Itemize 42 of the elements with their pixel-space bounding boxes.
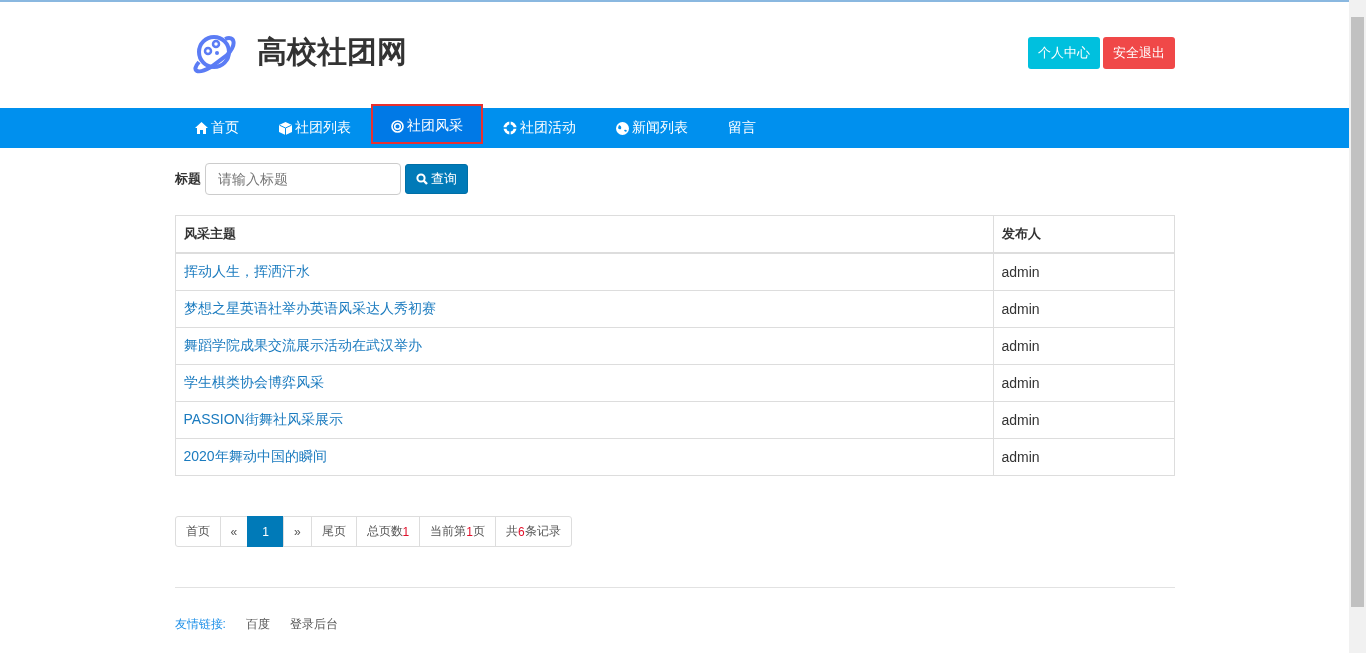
column-header: 发布人 xyxy=(993,215,1174,253)
page-link[interactable]: » xyxy=(282,516,312,547)
author-cell: admin xyxy=(993,327,1174,365)
post-title-link[interactable]: PASSION街舞社风采展示 xyxy=(183,411,343,427)
logout-button[interactable]: 安全退出 xyxy=(1102,37,1175,69)
page-info: 总页数1 xyxy=(355,516,421,547)
page-link[interactable]: 尾页 xyxy=(310,516,357,547)
page-link[interactable]: 首页 xyxy=(174,516,221,547)
page-info: 当前第1页 xyxy=(419,516,496,547)
post-title-link[interactable]: 挥动人生，挥洒汗水 xyxy=(183,263,310,279)
page-info: 共6条记录 xyxy=(494,516,572,547)
post-title-link[interactable]: 学生棋类协会博弈风采 xyxy=(183,374,324,390)
footer-link[interactable]: 登录后台 xyxy=(289,616,338,633)
author-cell: admin xyxy=(993,290,1174,328)
search-button[interactable]: 查询 xyxy=(404,164,468,194)
home-icon xyxy=(194,122,208,134)
post-title-link[interactable]: 梦想之星英语社举办英语风采达人秀初赛 xyxy=(183,300,436,316)
author-cell: admin xyxy=(993,253,1174,291)
nav-item[interactable]: 社团风采 xyxy=(370,104,483,144)
nav-item[interactable]: 留言 xyxy=(707,108,776,148)
column-header: 风采主题 xyxy=(175,215,993,253)
post-title-link[interactable]: 2020年舞动中国的瞬间 xyxy=(183,448,327,464)
author-cell: admin xyxy=(993,438,1174,476)
scrollbar[interactable] xyxy=(1349,0,1366,653)
nav-item[interactable]: 首页 xyxy=(174,108,259,148)
globe-icon xyxy=(615,121,629,135)
search-icon xyxy=(415,173,428,185)
title-search-field[interactable]: 请输入标题 xyxy=(204,163,401,195)
post-title-link[interactable]: 舞蹈学院成果交流展示活动在武汉举办 xyxy=(183,337,422,353)
search-label: 标题 xyxy=(174,170,201,188)
nav-item[interactable]: 社团列表 xyxy=(258,108,371,148)
nav-item[interactable]: 社团活动 xyxy=(482,108,596,148)
author-cell: admin xyxy=(993,401,1174,439)
author-cell: admin xyxy=(993,364,1174,402)
target-icon xyxy=(390,119,404,133)
nav-item[interactable]: 新闻列表 xyxy=(595,108,708,148)
lifebuoy-icon xyxy=(502,121,517,135)
site-title: 高校社团网 xyxy=(256,33,407,70)
cube-icon xyxy=(278,121,292,135)
page-link[interactable]: 1 xyxy=(247,516,284,547)
friend-links-label: 友情链接: xyxy=(174,616,226,633)
footer-link[interactable]: 百度 xyxy=(245,616,270,633)
